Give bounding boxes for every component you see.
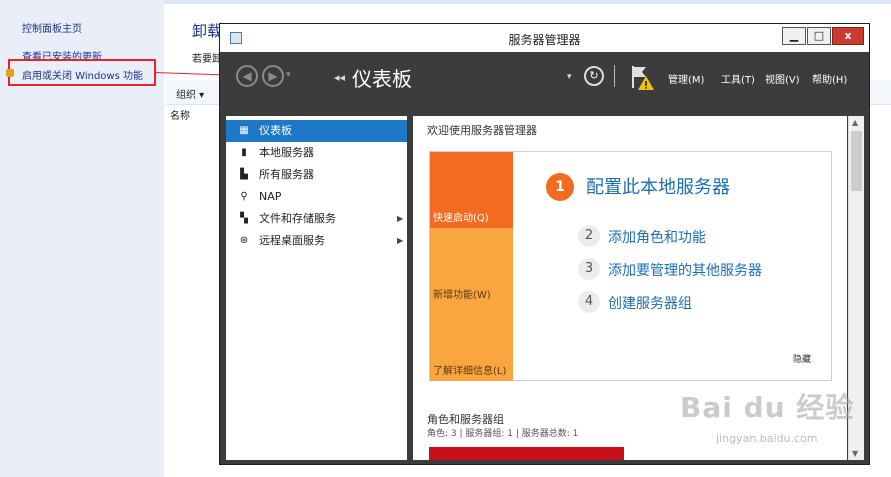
help-menu[interactable]: 帮助(H): [812, 71, 847, 86]
forward-icon[interactable]: ▶: [262, 65, 284, 87]
step-number-badge: 4: [578, 291, 600, 313]
step-number-badge: 2: [578, 225, 600, 247]
sidebar-item-local-server[interactable]: ▮ 本地服务器: [226, 142, 407, 164]
column-header-name[interactable]: 名称: [170, 107, 190, 122]
hide-link[interactable]: 隐藏: [793, 352, 811, 365]
highlighted-features-link[interactable]: 启用或关闭 Windows 功能: [6, 59, 156, 86]
step-number-badge: 1: [546, 173, 574, 201]
learn-more-label: 了解详细信息(L): [433, 366, 507, 377]
nap-icon: ⚲: [240, 191, 248, 202]
quick-start-label: 快速启动(Q): [433, 213, 489, 224]
page-subtitle: 若要卸: [192, 54, 222, 65]
sidebar-item-label: 所有服务器: [259, 168, 314, 181]
remote-desktop-icon: ⊛: [239, 235, 249, 246]
tools-menu[interactable]: 工具(T): [721, 71, 755, 86]
watermark-url: jingyan.baidu.com: [716, 432, 818, 445]
servers-icon: ▙: [240, 169, 248, 180]
quick-start-tile: 快速启动(Q) 新增功能(W) 了解详细信息(L) 1 配置此本地服务器 2 添…: [429, 151, 832, 381]
page-title: 卸载: [192, 22, 223, 40]
control-panel-sidebar: 控制面板主页 查看已安装的更新 启用或关闭 Windows 功能: [0, 0, 164, 477]
learn-more-tab[interactable]: 了解详细信息(L): [430, 305, 513, 381]
whats-new-label: 新增功能(W): [433, 290, 491, 301]
view-menu[interactable]: 视图(V): [765, 71, 800, 86]
sidebar-item-label: 本地服务器: [259, 146, 314, 159]
shield-icon: [6, 69, 14, 77]
sidebar-item-label: NAP: [259, 190, 282, 203]
title-bar[interactable]: 服务器管理器 ▁ □ x: [220, 24, 869, 52]
quick-start-tab[interactable]: 快速启动(Q): [430, 152, 513, 228]
sidebar-item-file-storage[interactable]: ▚ 文件和存储服务 ▶: [226, 208, 407, 230]
sidebar-item-all-servers[interactable]: ▙ 所有服务器: [226, 164, 407, 186]
breadcrumb: 仪表板: [352, 67, 412, 91]
window-title: 服务器管理器: [508, 33, 581, 47]
server-icon: ▮: [241, 147, 247, 158]
configure-local-server-link[interactable]: 配置此本地服务器: [586, 173, 730, 199]
add-roles-features-link[interactable]: 添加角色和功能: [608, 227, 706, 247]
scrollbar-thumb[interactable]: [851, 131, 862, 191]
sidebar-item-label: 仪表板: [259, 124, 292, 137]
notification-flag-icon[interactable]: [630, 64, 654, 90]
create-server-group-link[interactable]: 创建服务器组: [608, 293, 692, 313]
storage-icon: ▚: [240, 213, 248, 224]
watermark-brand: Bai du 经验: [680, 391, 855, 424]
toolbar-separator: [614, 65, 615, 87]
server-manager-sidebar: ▦ 仪表板 ▮ 本地服务器 ▙ 所有服务器 ⚲ NAP ▚ 文件和存储服务 ▶ …: [226, 116, 407, 460]
sidebar-item-label: 文件和存储服务: [259, 212, 336, 225]
roles-summary: 角色: 3 | 服务器组: 1 | 服务器总数: 1: [427, 429, 579, 439]
organize-button[interactable]: 组织 ▾: [176, 86, 204, 101]
sidebar-item-remote-desktop[interactable]: ⊛ 远程桌面服务 ▶: [226, 230, 407, 252]
dashboard-icon: ▦: [239, 125, 249, 136]
welcome-heading: 欢迎使用服务器管理器: [427, 124, 537, 137]
manage-menu[interactable]: 管理(M): [668, 71, 704, 86]
add-servers-link[interactable]: 添加要管理的其他服务器: [608, 260, 762, 280]
baidu-watermark: Bai du 经验 jingyan.baidu.com: [672, 380, 872, 460]
back-icon[interactable]: ◀: [236, 65, 258, 87]
sidebar-item-nap[interactable]: ⚲ NAP: [226, 186, 407, 208]
step-number-badge: 3: [578, 258, 600, 280]
maximize-button[interactable]: □: [807, 27, 831, 45]
history-dropdown-icon[interactable]: ▾: [286, 70, 291, 80]
minimize-button[interactable]: ▁: [782, 27, 806, 45]
refresh-icon[interactable]: ↻: [584, 66, 604, 86]
chevron-right-icon[interactable]: ▶: [397, 208, 403, 230]
control-panel-home-link[interactable]: 控制面板主页: [22, 20, 82, 35]
breadcrumb-arrows-icon: ◂◂: [334, 71, 346, 84]
navigation-bar: ◀ ▶ ▾ ◂◂ 仪表板 ▾ ↻ 管理(M) 工具(T) 视图(V) 帮助(H): [220, 52, 869, 104]
close-button[interactable]: x: [832, 27, 864, 45]
role-tile-header[interactable]: [429, 447, 624, 460]
chevron-right-icon[interactable]: ▶: [397, 230, 403, 252]
windows-features-link[interactable]: 启用或关闭 Windows 功能: [22, 67, 143, 82]
sidebar-item-dashboard[interactable]: ▦ 仪表板: [226, 120, 407, 142]
whats-new-tab[interactable]: 新增功能(W): [430, 228, 513, 305]
breadcrumb-dropdown-icon[interactable]: ▾: [567, 72, 572, 82]
scroll-up-icon[interactable]: ▲: [852, 118, 858, 127]
roles-section-title: 角色和服务器组: [427, 413, 504, 426]
sidebar-item-label: 远程桌面服务: [259, 234, 325, 247]
